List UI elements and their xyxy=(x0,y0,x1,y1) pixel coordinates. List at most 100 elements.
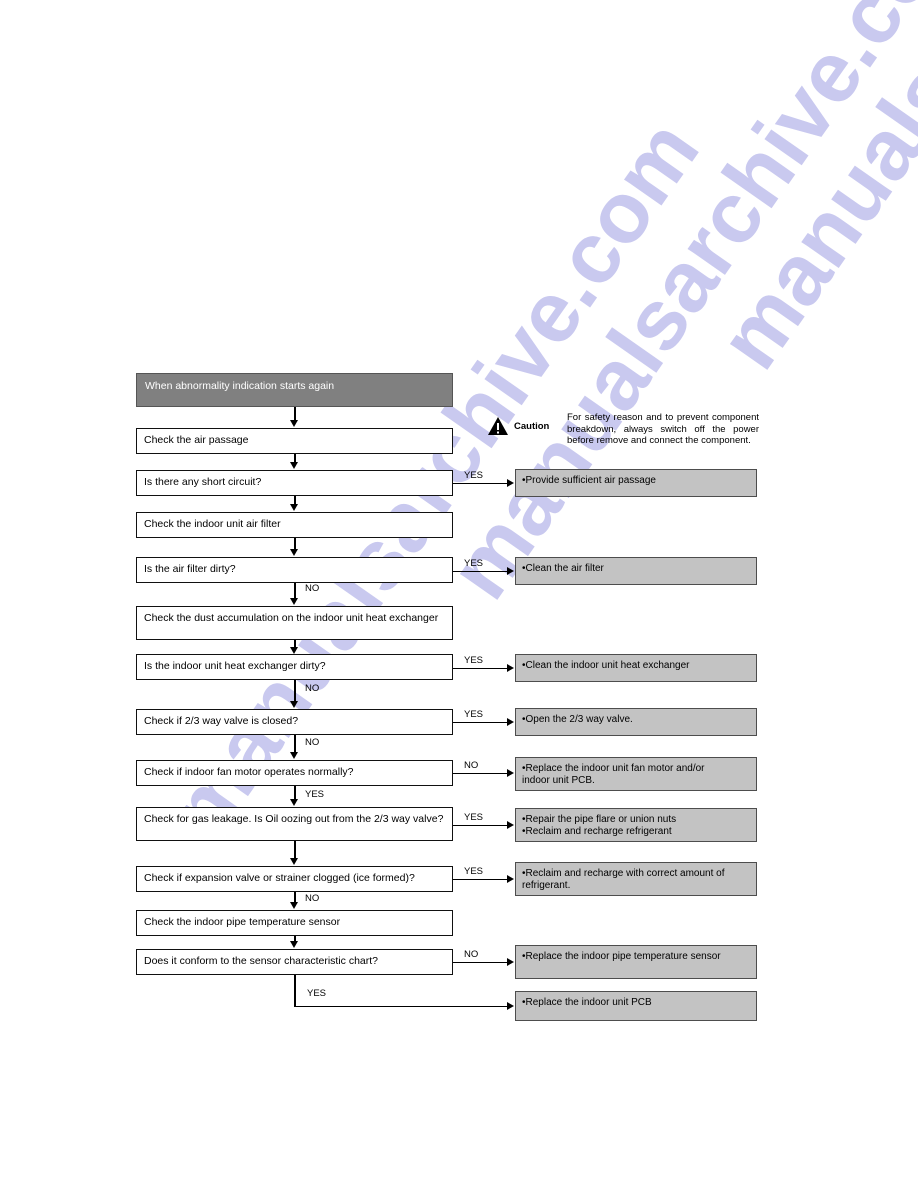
flow-step-box: Check the indoor unit air filter xyxy=(136,512,453,538)
arrow-down-icon xyxy=(290,902,298,909)
action-line: •Replace the indoor unit fan motor and/o… xyxy=(522,763,705,774)
flow-step-box: Check the dust accumulation on the indoo… xyxy=(136,606,453,640)
connector-vertical xyxy=(294,786,296,800)
action-line: •Clean the indoor unit heat exchanger xyxy=(522,660,690,671)
arrow-right-icon xyxy=(507,769,514,777)
flowchart: When abnormality indication starts again… xyxy=(0,0,918,1188)
arrow-down-icon xyxy=(290,858,298,865)
arrow-down-icon xyxy=(290,752,298,759)
branch-label: NO xyxy=(464,760,479,771)
branch-label: YES xyxy=(464,812,484,823)
arrow-right-icon xyxy=(507,958,514,966)
connector-horizontal xyxy=(453,571,508,573)
arrow-right-icon xyxy=(507,875,514,883)
action-box: •Repair the pipe flare or union nuts •Re… xyxy=(515,808,757,842)
branch-label: YES xyxy=(464,558,484,569)
arrow-down-icon xyxy=(290,462,298,469)
arrow-down-icon xyxy=(290,420,298,427)
action-line: indoor unit PCB. xyxy=(522,775,595,786)
flow-step-label: Is the air filter dirty? xyxy=(144,563,236,575)
arrow-down-icon xyxy=(290,941,298,948)
connector-horizontal xyxy=(453,962,508,964)
branch-label: YES xyxy=(464,866,484,877)
flow-step-label: Check if indoor fan motor operates norma… xyxy=(144,766,354,778)
connector-vertical xyxy=(294,680,296,702)
flow-step-label: Check the dust accumulation on the indoo… xyxy=(144,612,439,624)
arrow-down-icon xyxy=(290,647,298,654)
arrow-down-icon xyxy=(290,598,298,605)
flow-step-box: Is the air filter dirty? xyxy=(136,557,453,583)
action-line: •Replace the indoor pipe temperature sen… xyxy=(522,951,721,962)
arrow-right-icon xyxy=(507,479,514,487)
action-line: •Reclaim and recharge with correct amoun… xyxy=(522,868,725,879)
connector-horizontal xyxy=(453,825,508,827)
action-box: •Clean the indoor unit heat exchanger xyxy=(515,654,757,682)
connector-horizontal xyxy=(453,483,508,485)
connector-horizontal xyxy=(453,668,508,670)
action-box: •Reclaim and recharge with correct amoun… xyxy=(515,862,757,896)
flow-step-label: Check if 2/3 way valve is closed? xyxy=(144,715,299,727)
flow-step-box: Is the indoor unit heat exchanger dirty? xyxy=(136,654,453,680)
flow-step-label: Check for gas leakage. Is Oil oozing out… xyxy=(144,813,444,825)
connector-horizontal xyxy=(453,879,508,881)
warning-triangle-icon xyxy=(488,417,508,435)
connector-vertical xyxy=(294,975,296,1007)
arrow-right-icon xyxy=(507,718,514,726)
flow-step-box: Check if expansion valve or strainer clo… xyxy=(136,866,453,892)
flow-step-label: Check if expansion valve or strainer clo… xyxy=(144,872,415,884)
branch-label: NO xyxy=(464,949,479,960)
branch-label: YES xyxy=(307,988,327,999)
branch-label: YES xyxy=(464,709,484,720)
arrow-down-icon xyxy=(290,701,298,708)
action-box: •Replace the indoor unit fan motor and/o… xyxy=(515,757,757,791)
connector-vertical xyxy=(294,735,296,753)
action-box: •Clean the air filter xyxy=(515,557,757,585)
connector-vertical xyxy=(294,407,296,421)
arrow-right-icon xyxy=(507,567,514,575)
flow-step-label: Check the indoor unit air filter xyxy=(144,518,281,530)
caution-text: For safety reason and to prevent compone… xyxy=(567,412,759,447)
flow-step-label: Does it conform to the sensor characteri… xyxy=(144,955,379,967)
action-line: •Clean the air filter xyxy=(522,563,604,574)
flow-step-box: Check for gas leakage. Is Oil oozing out… xyxy=(136,807,453,841)
action-line: •Provide sufficient air passage xyxy=(522,475,656,486)
document-page: manualsarchive.com manualsarchive.com ma… xyxy=(0,0,918,1188)
flow-step-box: Check the air passage xyxy=(136,428,453,454)
branch-label: YES xyxy=(464,655,484,666)
connector-horizontal xyxy=(453,722,508,724)
flowchart-header-label: When abnormality indication starts again xyxy=(145,380,335,392)
connector-horizontal xyxy=(453,773,508,775)
flow-step-box: Is there any short circuit? xyxy=(136,470,453,496)
action-box: •Open the 2/3 way valve. xyxy=(515,708,757,736)
branch-label: YES xyxy=(464,470,484,481)
flow-step-box: Check the indoor pipe temperature sensor xyxy=(136,910,453,936)
connector-vertical xyxy=(294,841,296,859)
action-line: •Replace the indoor unit PCB xyxy=(522,997,652,1008)
flow-step-label: Check the indoor pipe temperature sensor xyxy=(144,916,341,928)
flow-step-box: Check if 2/3 way valve is closed? xyxy=(136,709,453,735)
action-line: •Open the 2/3 way valve. xyxy=(522,714,633,725)
action-box: •Replace the indoor pipe temperature sen… xyxy=(515,945,757,979)
flow-step-label: Is the indoor unit heat exchanger dirty? xyxy=(144,660,326,672)
action-line: •Repair the pipe flare or union nuts xyxy=(522,814,677,825)
branch-label: NO xyxy=(305,583,320,594)
arrow-right-icon xyxy=(507,664,514,672)
flow-step-box: Check if indoor fan motor operates norma… xyxy=(136,760,453,786)
branch-label: NO xyxy=(305,737,320,748)
caution-label: Caution xyxy=(514,421,550,432)
branch-label: YES xyxy=(305,789,325,800)
arrow-right-icon xyxy=(507,1002,514,1010)
action-line: •Reclaim and recharge refrigerant xyxy=(522,826,672,837)
arrow-down-icon xyxy=(290,504,298,511)
flow-step-label: Is there any short circuit? xyxy=(144,476,262,488)
flowchart-header: When abnormality indication starts again xyxy=(136,373,453,407)
flow-step-label: Check the air passage xyxy=(144,434,249,446)
arrow-right-icon xyxy=(507,821,514,829)
branch-label: NO xyxy=(305,893,320,904)
connector-horizontal xyxy=(294,1006,508,1008)
flow-step-box: Does it conform to the sensor characteri… xyxy=(136,949,453,975)
action-box: •Provide sufficient air passage xyxy=(515,469,757,497)
connector-vertical xyxy=(294,583,296,599)
branch-label: NO xyxy=(305,683,320,694)
action-line: refrigerant. xyxy=(522,880,571,891)
